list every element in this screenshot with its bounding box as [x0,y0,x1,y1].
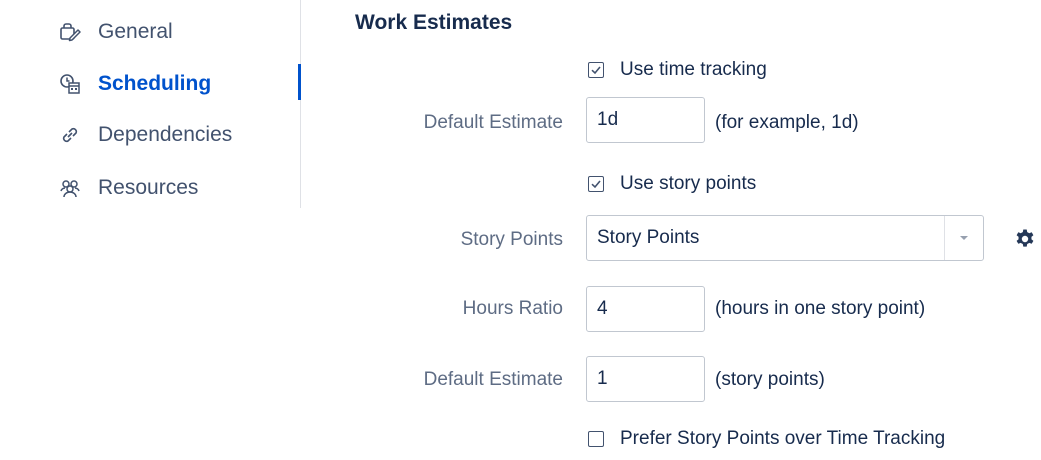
hours-ratio-label: Hours Ratio [462,298,563,319]
sidebar-item-resources[interactable]: Resources [58,174,198,202]
active-nav-indicator [298,64,301,100]
checkbox-label: Use time tracking [620,59,767,80]
dropdown-toggle[interactable] [944,216,983,260]
story-points-selected-value: Story Points [597,227,700,248]
checkbox-label: Use story points [620,173,757,194]
sidebar-item-label: Resources [98,176,199,199]
people-icon [58,176,82,200]
use-story-points-checkbox[interactable] [588,176,604,192]
prefer-story-points-option[interactable]: Prefer Story Points over Time Tracking [588,428,945,450]
settings-sidebar: General Scheduling Dependencies Resource… [0,0,301,208]
default-estimate-points-label: Default Estimate [423,369,563,390]
sidebar-item-general[interactable]: General [58,18,173,46]
general-settings-icon [58,20,82,44]
use-time-tracking-option[interactable]: Use time tracking [588,59,767,81]
default-estimate-points-hint: (story points) [715,369,825,390]
default-estimate-time-input[interactable] [586,97,705,143]
checkbox-label: Prefer Story Points over Time Tracking [620,428,946,449]
sidebar-item-label: Dependencies [98,123,233,146]
story-points-label: Story Points [460,229,563,250]
link-icon [58,123,82,147]
sidebar-item-scheduling[interactable]: Scheduling [58,70,211,98]
hours-ratio-input[interactable] [586,286,705,332]
default-estimate-time-label: Default Estimate [423,112,563,133]
chevron-down-icon [960,236,968,240]
use-story-points-option[interactable]: Use story points [588,173,756,195]
use-time-tracking-checkbox[interactable] [588,62,604,78]
default-estimate-points-input[interactable] [586,356,705,402]
gear-icon[interactable] [1014,228,1036,250]
story-points-select[interactable]: Story Points [586,215,984,261]
prefer-story-points-checkbox[interactable] [588,431,604,447]
scheduling-calendar-icon [58,72,82,96]
sidebar-item-dependencies[interactable]: Dependencies [58,121,232,149]
default-estimate-time-hint: (for example, 1d) [715,112,859,133]
hours-ratio-hint: (hours in one story point) [715,298,926,319]
sidebar-item-label: Scheduling [98,72,212,95]
section-title: Work Estimates [355,11,513,34]
sidebar-item-label: General [98,20,173,43]
